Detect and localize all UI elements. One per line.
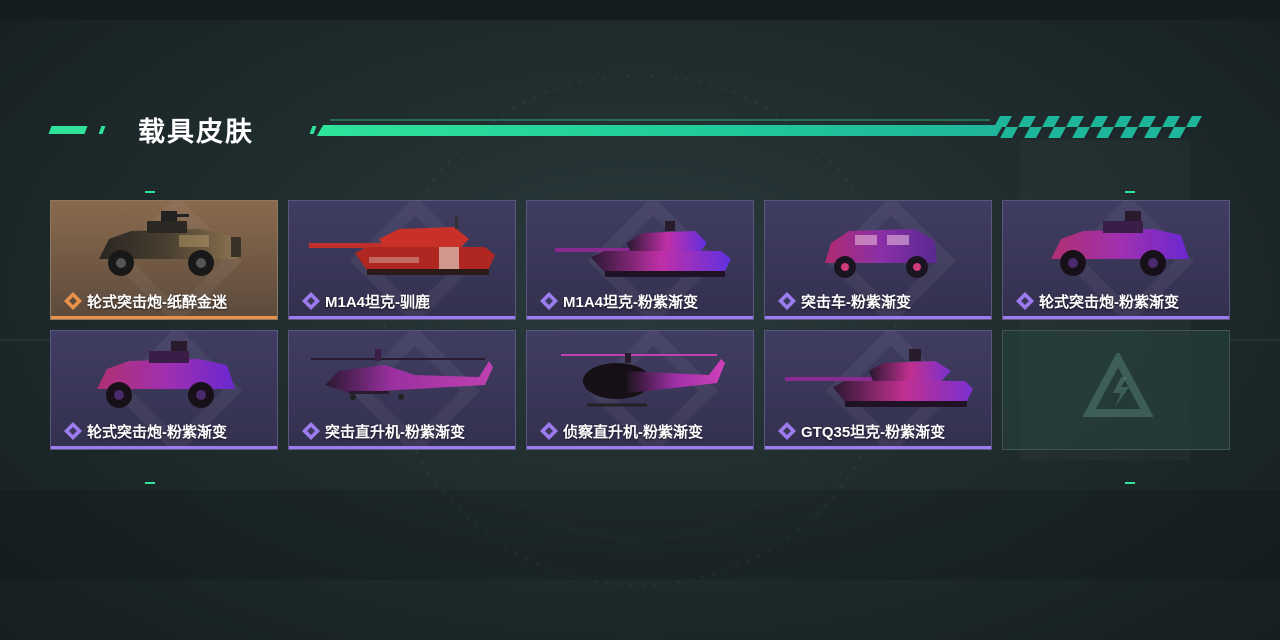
skin-label: M1A4坦克-驯鹿 [301, 291, 430, 311]
game-logo-icon [1083, 353, 1153, 417]
skin-name: M1A4坦克-粉紫渐变 [563, 293, 699, 311]
purple-rank-icon [1016, 292, 1034, 310]
corner-marker [1125, 191, 1135, 193]
skin-name: 侦察直升机-粉紫渐变 [563, 423, 703, 441]
section-header: 载具皮肤 [0, 100, 1280, 160]
header-progress-line [316, 125, 1004, 136]
skin-name: 突击直升机-粉紫渐变 [325, 423, 465, 441]
armored-car-image [1051, 211, 1189, 276]
header-accent-tick [98, 126, 106, 134]
skin-card[interactable]: 轮式突击炮-纸醉金迷 [50, 200, 278, 320]
skin-card[interactable]: 突击直升机-粉紫渐变 [288, 330, 516, 450]
rarity-bar [51, 446, 277, 449]
skin-label: 突击车-粉紫渐变 [777, 291, 911, 311]
skin-name: GTQ35坦克-粉紫渐变 [801, 423, 946, 441]
skin-label: GTQ35坦克-粉紫渐变 [777, 421, 945, 441]
rarity-bar [765, 316, 991, 319]
rarity-bar [289, 446, 515, 449]
rarity-bar [527, 316, 753, 319]
empty-skin-slot [1002, 330, 1230, 450]
armored-car-image [97, 341, 235, 408]
purple-rank-icon [540, 292, 558, 310]
header-thin-line [330, 119, 990, 121]
skin-label: M1A4坦克-粉紫渐变 [539, 291, 698, 311]
corner-marker [145, 482, 155, 484]
purple-rank-icon [302, 292, 320, 310]
purple-rank-icon [540, 422, 558, 440]
section-title: 载具皮肤 [138, 117, 254, 147]
tank-image [785, 349, 973, 407]
header-accent-tick [309, 126, 317, 134]
skin-label: 突击直升机-粉紫渐变 [301, 421, 465, 441]
skin-label: 侦察直升机-粉紫渐变 [539, 421, 703, 441]
attack-helicopter-image [311, 349, 493, 400]
top-band [0, 0, 1280, 20]
skin-card[interactable]: M1A4坦克-粉紫渐变 [526, 200, 754, 320]
rarity-bar [527, 446, 753, 449]
purple-rank-icon [64, 422, 82, 440]
rarity-bar [289, 316, 515, 319]
rarity-bar [765, 446, 991, 449]
purple-rank-icon [778, 422, 796, 440]
scout-helicopter-image [561, 353, 725, 407]
skin-label: 轮式突击炮-纸醉金迷 [63, 291, 227, 311]
tank-image [309, 215, 495, 275]
skin-grid: 轮式突击炮-纸醉金迷 M1A4坦克-驯鹿 M1A4坦克-粉紫渐变 突击车-粉紫渐… [50, 200, 1230, 450]
skin-name: 突击车-粉紫渐变 [801, 293, 911, 311]
rarity-bar [1003, 316, 1229, 319]
tank-image [555, 221, 731, 277]
header-checker-pattern [994, 116, 1202, 138]
armored-car-image [99, 211, 241, 276]
skin-card[interactable]: GTQ35坦克-粉紫渐变 [764, 330, 992, 450]
skin-name: 轮式突击炮-粉紫渐变 [1039, 293, 1179, 311]
corner-marker [1125, 482, 1135, 484]
purple-rank-icon [302, 422, 320, 440]
rarity-bar [51, 316, 277, 319]
skin-card[interactable]: 轮式突击炮-粉紫渐变 [50, 330, 278, 450]
skin-name: M1A4坦克-驯鹿 [325, 293, 431, 311]
skin-name: 轮式突击炮-纸醉金迷 [87, 293, 227, 311]
assault-car-image [825, 229, 937, 278]
corner-marker [145, 191, 155, 193]
skin-card[interactable]: 轮式突击炮-粉紫渐变 [1002, 200, 1230, 320]
skin-card[interactable]: 侦察直升机-粉紫渐变 [526, 330, 754, 450]
skin-card[interactable]: M1A4坦克-驯鹿 [288, 200, 516, 320]
skin-label: 轮式突击炮-粉紫渐变 [63, 421, 227, 441]
orange-rank-icon [64, 292, 82, 310]
purple-rank-icon [778, 292, 796, 310]
header-accent-bar [48, 126, 88, 134]
skin-card[interactable]: 突击车-粉紫渐变 [764, 200, 992, 320]
skin-name: 轮式突击炮-粉紫渐变 [87, 423, 227, 441]
skin-label: 轮式突击炮-粉紫渐变 [1015, 291, 1179, 311]
